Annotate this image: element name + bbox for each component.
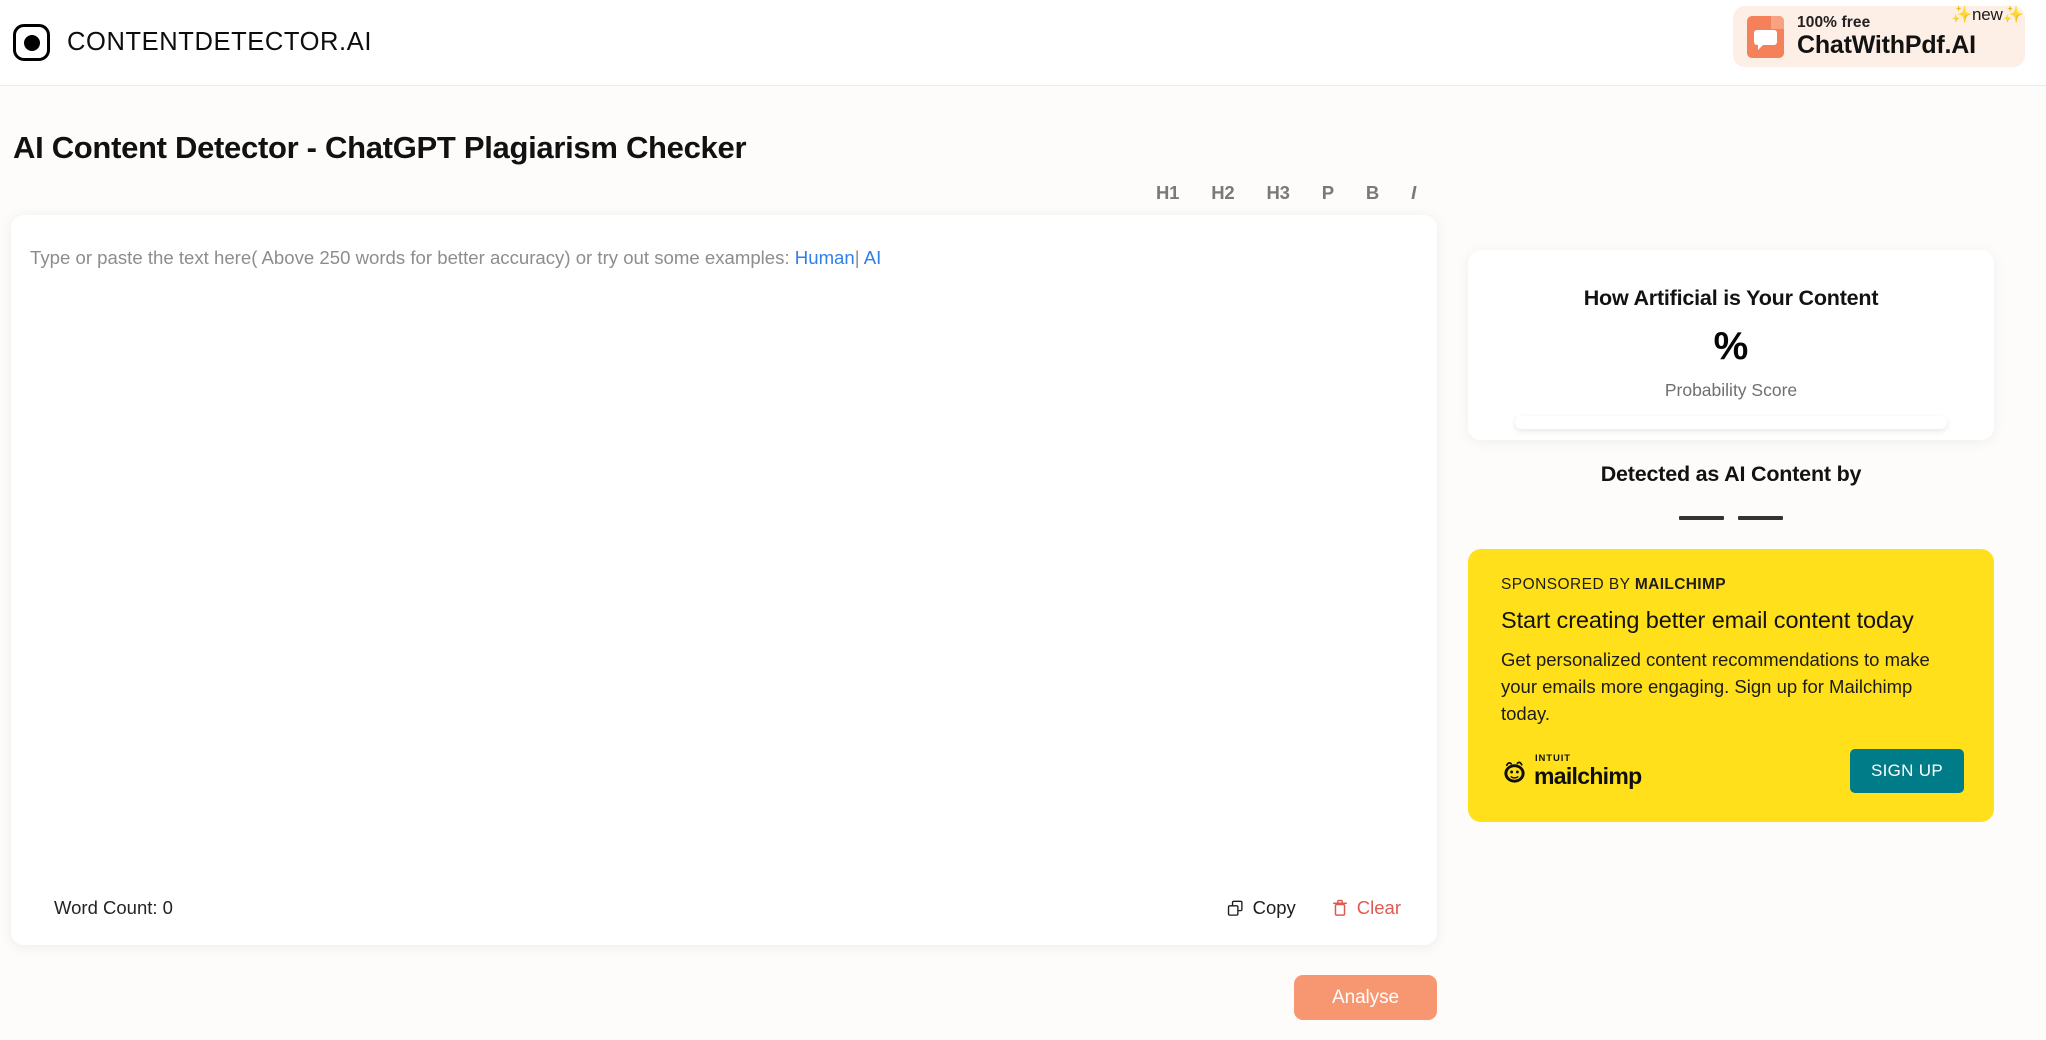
clear-button[interactable]: Clear [1332,897,1401,919]
format-bold-button[interactable]: B [1350,182,1395,204]
analyse-button[interactable]: Analyse [1294,975,1437,1020]
format-toolbar: H1 H2 H3 P B I [1140,182,1424,204]
copy-label: Copy [1252,897,1296,918]
detector-placeholder-dash [1679,516,1724,520]
ad-footer: INTUIT mailchimp SIGN UP [1501,749,1964,793]
mailchimp-logo: INTUIT mailchimp [1501,754,1642,789]
mailchimp-monkey-icon [1501,758,1528,785]
circle-in-square-logo-icon [13,24,50,61]
ad-body: Get personalized content recommendations… [1501,649,1930,724]
text-editor-card[interactable]: Type or paste the text here( Above 250 w… [11,215,1437,945]
word-count: Word Count: 0 [54,897,173,918]
sponsored-ad-card[interactable]: SPONSORED BY MAILCHIMP Start creating be… [1468,549,1994,822]
ad-sponsored-brand: MAILCHIMP [1634,576,1726,593]
example-ai-link[interactable]: AI [864,247,882,268]
new-badge: ✨new✨ [1951,5,2024,24]
clear-label: Clear [1356,897,1401,918]
page-title: AI Content Detector - ChatGPT Plagiarism… [13,130,747,165]
copy-icon [1227,900,1243,916]
score-progress-bar [1515,416,1947,429]
editor-placeholder-text: Type or paste the text here( Above 250 w… [30,247,790,268]
probability-score-card: How Artificial is Your Content % Probabi… [1468,250,1994,440]
ad-headline: Start creating better email content toda… [1501,607,1914,633]
editor-placeholder[interactable]: Type or paste the text here( Above 250 w… [30,246,1413,270]
format-h2-button[interactable]: H2 [1195,182,1250,204]
pdf-chat-icon [1747,15,1784,58]
score-label: Probability Score [1664,380,1798,400]
promo-subtitle: 100% free [1797,13,1871,31]
brand[interactable]: CONTENTDETECTOR.AI [13,24,372,61]
format-h1-button[interactable]: H1 [1140,182,1195,204]
trash-icon [1332,899,1347,916]
editor-actions: Copy Clear [1227,897,1401,919]
ad-sponsored-line: SPONSORED BY MAILCHIMP [1501,576,1961,594]
score-value: % [1713,325,1749,368]
ad-sponsored-prefix: SPONSORED BY [1501,576,1631,593]
mailchimp-label: mailchimp [1534,762,1642,789]
editor-footer: Word Count: 0 Copy Clear [11,871,1437,945]
promo-title: ChatWithPdf.AI [1797,31,1976,60]
signup-button[interactable]: SIGN UP [1849,749,1964,793]
score-card-title: How Artificial is Your Content [1583,286,1879,310]
example-separator: | [854,247,860,268]
detected-by-title: Detected as AI Content by [1600,462,1862,486]
mailchimp-wordmark: INTUIT mailchimp [1534,754,1642,789]
format-paragraph-button[interactable]: P [1306,182,1350,204]
brand-name: CONTENTDETECTOR.AI [67,28,373,56]
format-italic-button[interactable]: I [1395,182,1424,204]
copy-button[interactable]: Copy [1227,897,1296,919]
detector-placeholder-dash [1738,516,1783,520]
format-h3-button[interactable]: H3 [1251,182,1306,204]
example-human-link[interactable]: Human [795,247,855,268]
detector-placeholder-list [1468,516,1994,520]
logo-dot [23,34,40,51]
